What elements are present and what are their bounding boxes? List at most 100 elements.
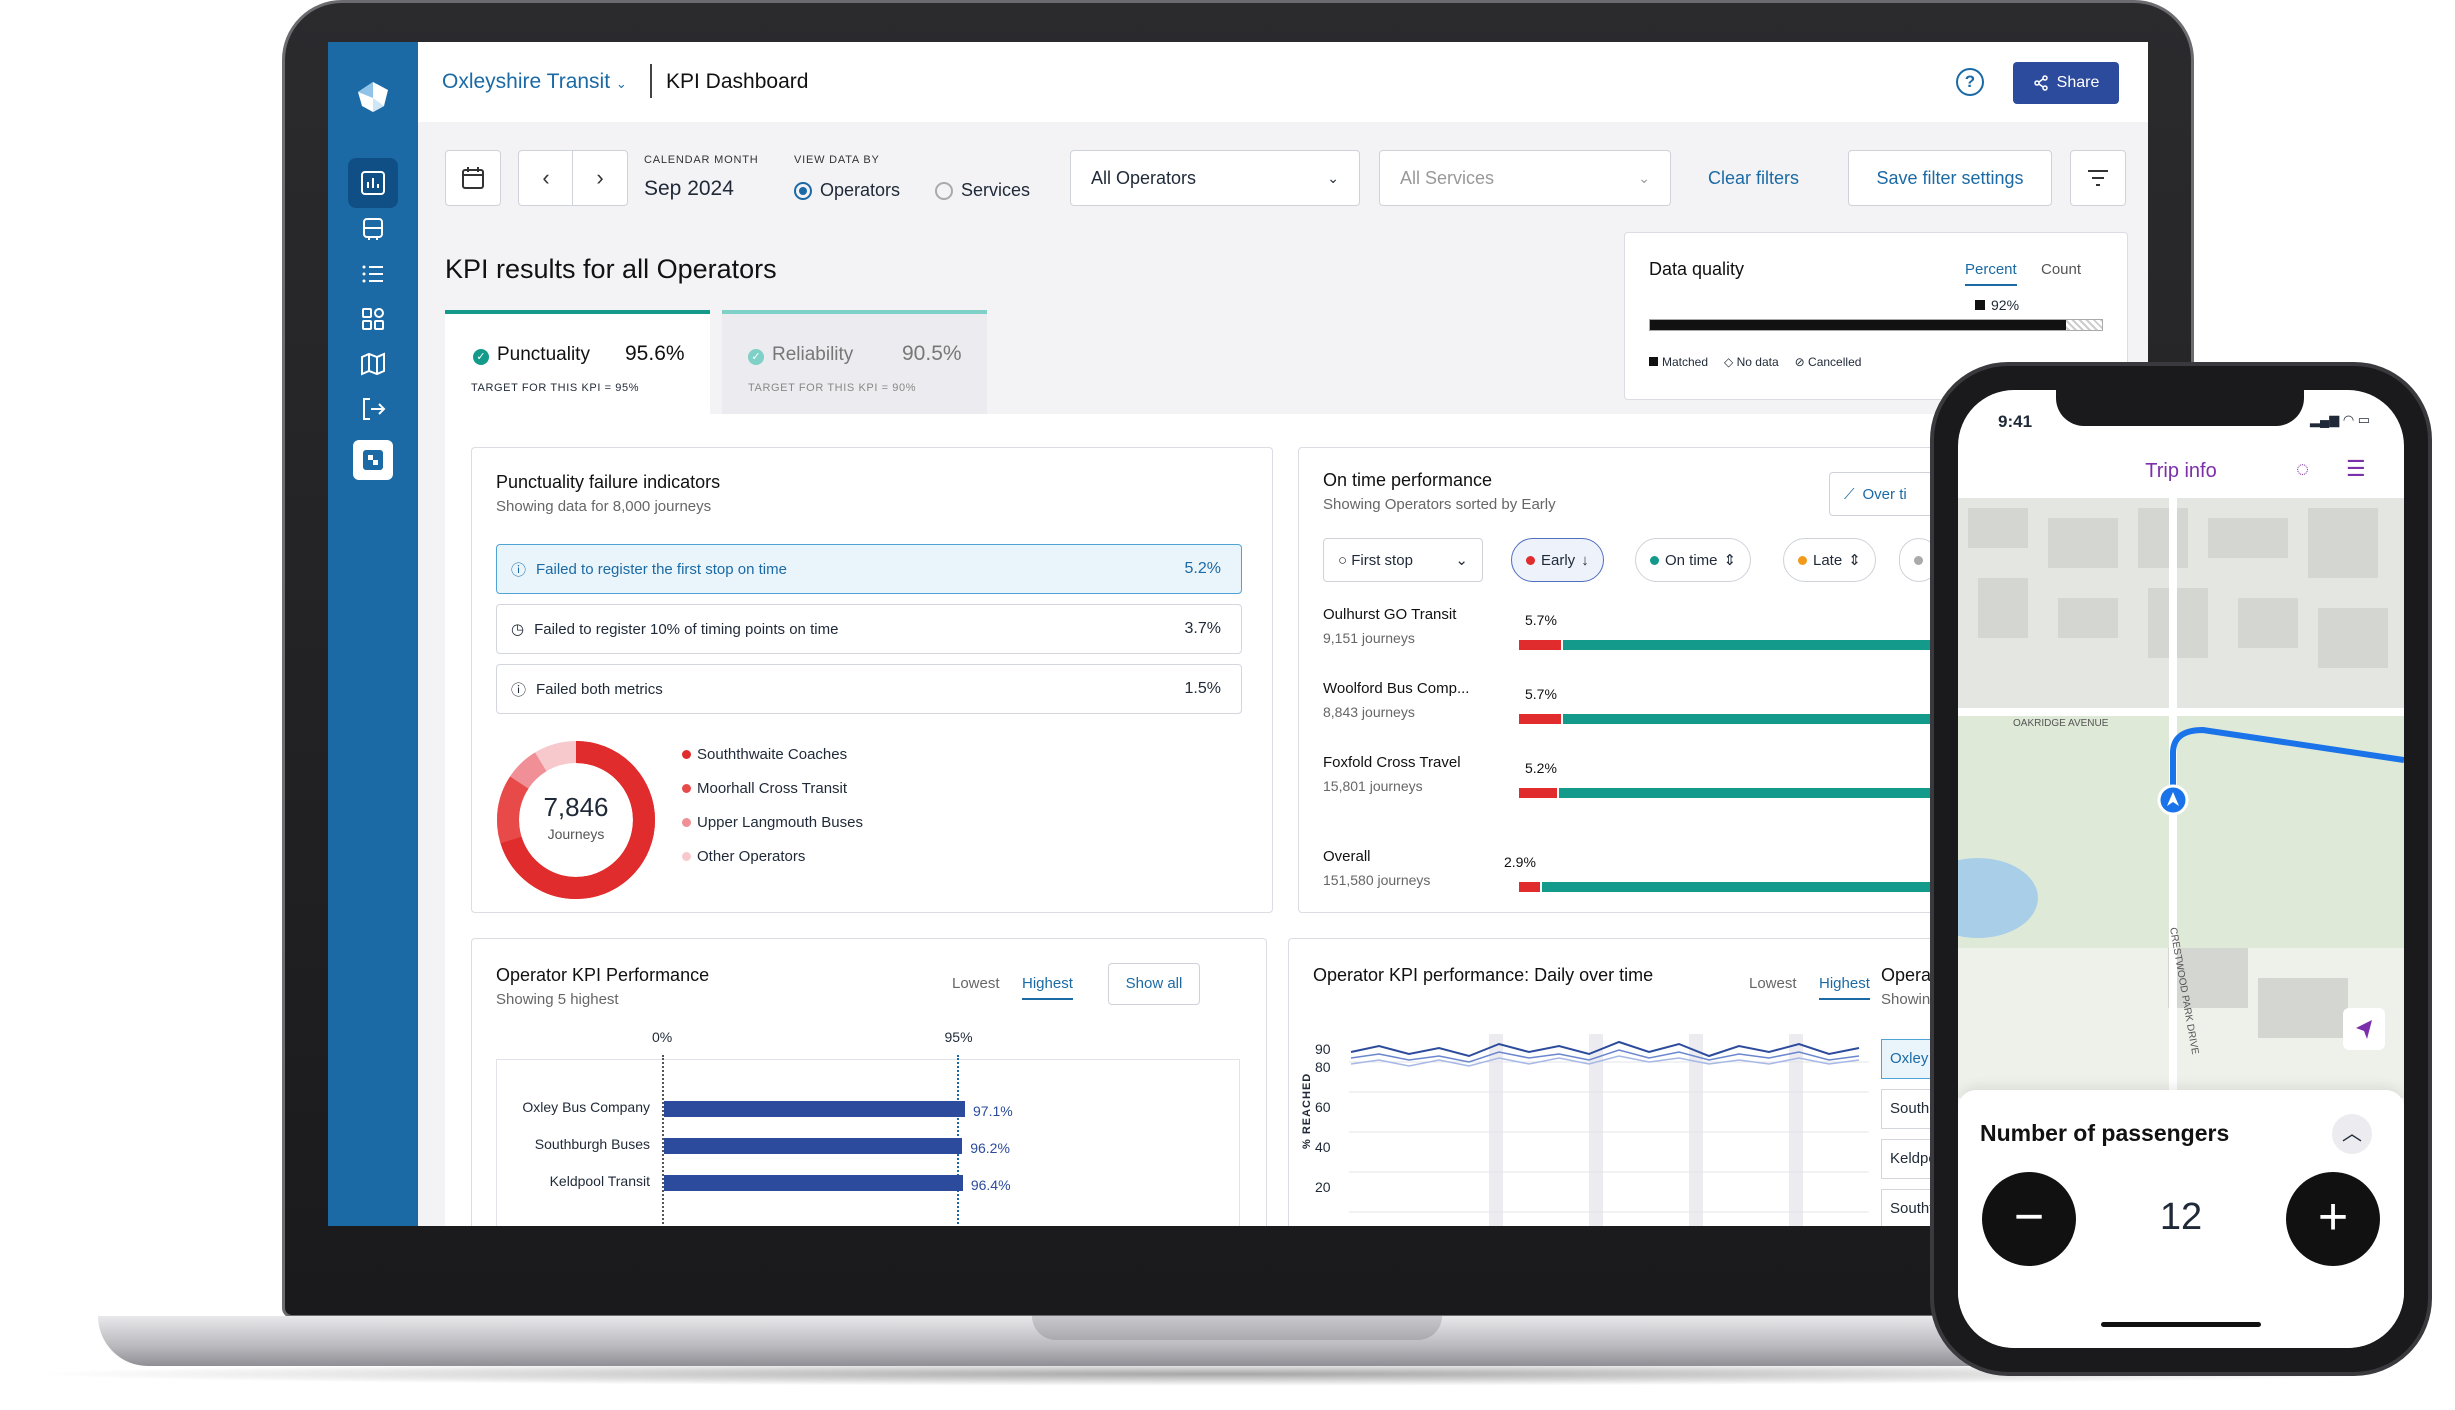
bus-icon[interactable]	[348, 204, 398, 254]
dq-count-tab[interactable]: Count	[2041, 261, 2081, 278]
operator-name: Foxfold Cross Travel	[1323, 754, 1461, 771]
operator-journeys: 151,580 journeys	[1323, 872, 1431, 888]
operators-dropdown[interactable]: All Operators ⌄	[1070, 150, 1360, 206]
early-bar[interactable]	[1519, 882, 1540, 892]
home-indicator	[2101, 1322, 2261, 1327]
brand-badge-icon[interactable]	[353, 440, 393, 480]
daily-ytick: 80	[1315, 1059, 1331, 1075]
prev-month-button[interactable]: ‹	[518, 150, 574, 206]
view-services-radio[interactable]: Services	[935, 180, 1030, 201]
menu-list-icon[interactable]: ☰	[2346, 456, 2366, 482]
logout-icon[interactable]	[348, 384, 398, 434]
increment-button[interactable]: +	[2286, 1172, 2380, 1266]
services-dropdown[interactable]: All Services ⌄	[1379, 150, 1671, 206]
filter-menu-button[interactable]	[2070, 150, 2126, 206]
early-bar[interactable]	[1519, 714, 1561, 724]
operator-journeys: 15,801 journeys	[1323, 778, 1423, 794]
chevron-down-icon: ⌄	[615, 76, 627, 91]
calendar-icon	[462, 167, 484, 189]
punctuality-failure-card: Punctuality failure indicators Showing d…	[471, 447, 1273, 913]
dq-value: 92%	[1975, 297, 2019, 313]
pfi-title: Punctuality failure indicators	[496, 472, 721, 492]
view-data-label: VIEW DATA BY	[794, 154, 880, 166]
okp-highest-tab[interactable]: Highest	[1022, 975, 1073, 1000]
passenger-count: 12	[2159, 1196, 2203, 1238]
clear-filters-link[interactable]: Clear filters	[1708, 168, 1799, 189]
list-icon[interactable]	[348, 249, 398, 299]
okp-title: Operator KPI Performance	[496, 965, 710, 985]
tab-punctuality[interactable]: ✓ Punctuality 95.6% TARGET FOR THIS KPI =…	[445, 310, 710, 414]
data-quality-title: Data quality	[1649, 259, 1745, 279]
indicator-row[interactable]: ◷ Failed to register 10% of timing points…	[496, 604, 1242, 654]
operator-journeys: 9,151 journeys	[1323, 630, 1415, 646]
calendar-button[interactable]	[445, 150, 501, 206]
sort-icon: ⇕	[1848, 552, 1861, 569]
otp-title: On time performance	[1323, 470, 1493, 490]
trip-map: OAKRIDGE AVENUE CRESTWOOD PARK DRIVE	[1958, 498, 2404, 1098]
save-filter-button[interactable]: Save filter settings	[1848, 150, 2052, 206]
early-bar[interactable]	[1519, 788, 1557, 798]
okp-lowest-tab[interactable]: Lowest	[952, 975, 1000, 992]
show-all-button[interactable]: Show all	[1108, 963, 1200, 1005]
dq-percent-tab[interactable]: Percent	[1965, 261, 2017, 286]
top-bar: Oxleyshire Transit ⌄ KPI Dashboard ? Sha…	[418, 42, 2148, 122]
daily-lowest-tab[interactable]: Lowest	[1749, 975, 1797, 992]
info-icon: ⓘ	[511, 681, 527, 699]
otp-subtitle: Showing Operators sorted by Early	[1323, 496, 1556, 513]
daily-highest-tab[interactable]: Highest	[1819, 975, 1870, 1000]
operator-name: Overall	[1323, 848, 1371, 865]
app-logo-icon[interactable]	[348, 72, 398, 122]
chevron-left-icon: ‹	[542, 165, 550, 190]
cancelled-icon: ⊘	[1794, 355, 1805, 369]
dq-bar-track	[1649, 319, 2103, 331]
map-icon[interactable]	[348, 339, 398, 389]
tab-punctuality-value: 95.6%	[625, 342, 685, 365]
view-operators-radio[interactable]: Operators	[794, 180, 900, 201]
tab-reliability[interactable]: ✓ Reliability 90.5% TARGET FOR THIS KPI =…	[722, 310, 987, 414]
collapse-sheet-button[interactable]: ︿	[2332, 1114, 2372, 1154]
clock-icon: ◷	[511, 621, 525, 638]
legend-item: Upper Langmouth Buses	[682, 806, 863, 840]
radio-off-icon	[935, 182, 953, 201]
tab-reliability-label: Reliability	[772, 344, 854, 365]
on-time-pill[interactable]: On time ⇕	[1635, 538, 1752, 582]
operator-name: Woolford Bus Comp...	[1323, 680, 1470, 697]
chevron-down-icon: ⌄	[1638, 169, 1650, 186]
indicator-row[interactable]: ⓘ Failed to register the first stop on ti…	[496, 544, 1242, 594]
bar-category-label: Oxley Bus Company	[522, 1099, 650, 1115]
dq-bar-fill	[1650, 320, 2066, 330]
share-button[interactable]: Share	[2013, 62, 2119, 104]
bar-value-label: 96.4%	[970, 1177, 1011, 1193]
first-stop-dropdown[interactable]: ○ First stop ⌄	[1323, 538, 1483, 582]
status-icons: ▂▄▆ ◠ ▭	[2310, 412, 2371, 427]
orange-dot-icon	[1798, 555, 1807, 565]
dashboard-icon[interactable]	[348, 158, 398, 208]
early-percent-label: 5.2%	[1525, 760, 1557, 776]
tab-reliability-value: 90.5%	[902, 342, 962, 365]
early-percent-label: 2.9%	[1504, 854, 1536, 870]
tab-punctuality-target: TARGET FOR THIS KPI = 95%	[471, 382, 640, 394]
early-bar[interactable]	[1519, 640, 1561, 650]
grey-dot-icon	[1914, 555, 1923, 565]
chevron-up-icon: ︿	[2342, 1123, 2362, 1145]
status-time: 9:41	[1998, 412, 2033, 431]
phone-notch	[2056, 382, 2304, 426]
passengers-label: Number of passengers	[1980, 1120, 2230, 1146]
chat-icon[interactable]: ◌	[2296, 456, 2309, 482]
legend-item: Other Operators	[682, 840, 863, 874]
check-circle-icon: ✓	[748, 349, 764, 365]
passengers-sheet: Number of passengers ︿ − 12 +	[1958, 1090, 2404, 1348]
indicator-row[interactable]: ⓘ Failed both metrics 1.5%	[496, 664, 1242, 714]
org-selector[interactable]: Oxleyshire Transit ⌄	[442, 70, 627, 94]
decrement-button[interactable]: −	[1982, 1172, 2076, 1266]
page-title: KPI Dashboard	[666, 70, 809, 93]
map-street-label: OAKRIDGE AVENUE	[2013, 718, 2109, 729]
early-pill[interactable]: Early ↓	[1511, 538, 1604, 582]
kpi-bar	[664, 1175, 963, 1191]
chevron-down-icon: ⌄	[1327, 169, 1339, 186]
next-month-button[interactable]: ›	[572, 150, 628, 206]
kpi-heading: KPI results for all Operators	[445, 254, 777, 284]
apps-grid-icon[interactable]	[348, 294, 398, 344]
late-pill[interactable]: Late ⇕	[1783, 538, 1876, 582]
help-icon[interactable]: ?	[1956, 68, 1984, 96]
